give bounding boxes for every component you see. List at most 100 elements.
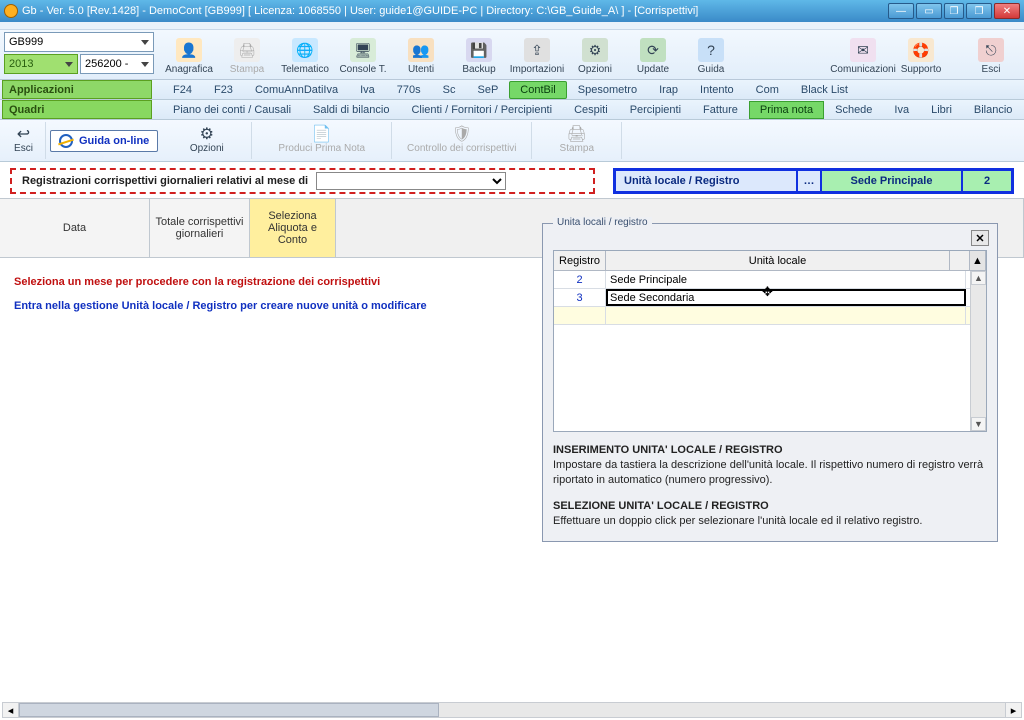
sec-opzioni-label: Opzioni — [190, 143, 224, 154]
popup-row-reg — [554, 307, 606, 324]
tab-comuanndativa[interactable]: ComuAnnDatiIva — [244, 81, 349, 99]
chevron-down-icon — [65, 62, 73, 67]
console-icon: 🖥 — [350, 38, 376, 62]
scroll-up-button[interactable]: ▲ — [971, 271, 986, 285]
tab-iva[interactable]: Iva — [349, 81, 386, 99]
unita-registro-browse-button[interactable]: … — [798, 171, 822, 191]
popup-row[interactable]: 2 Sede Principale ✕ — [554, 271, 986, 289]
filter-bars: Registrazioni corrispettivi giornalieri … — [0, 162, 1024, 198]
scrollbar-thumb[interactable] — [19, 703, 439, 717]
comunicazioni-label: Comunicazioni — [830, 64, 896, 75]
guida-button[interactable]: ?Guida — [682, 31, 740, 77]
popup-row[interactable]: 3 Sede Secondaria ✕ — [554, 289, 986, 307]
client-combo-value: GB999 — [9, 36, 43, 48]
console-button[interactable]: 🖥Console T. — [334, 31, 392, 77]
subtab-iva[interactable]: Iva — [883, 101, 920, 119]
opzioni-button[interactable]: ⚙ Opzioni — [566, 31, 624, 77]
tab-sc[interactable]: Sc — [432, 81, 467, 99]
unita-registro-value: 2 — [963, 171, 1011, 191]
close-button[interactable]: ✕ — [994, 3, 1020, 19]
scroll-right-button[interactable]: ▸ — [1005, 703, 1021, 717]
unita-sede-value: Sede Principale — [822, 171, 963, 191]
subtab-clienti[interactable]: Clienti / Fornitori / Percipienti — [400, 101, 563, 119]
telematico-button[interactable]: 🌐Telematico — [276, 31, 334, 77]
tab-irap[interactable]: Irap — [648, 81, 689, 99]
code-combo[interactable]: 256200 - — [80, 54, 154, 74]
subtab-cespiti[interactable]: Cespiti — [563, 101, 619, 119]
minimize-button[interactable]: — — [888, 3, 914, 19]
tab-770s[interactable]: 770s — [386, 81, 432, 99]
popup-col-registro: Registro — [554, 251, 606, 270]
popup-row-empty[interactable] — [554, 307, 986, 325]
sec-esci-button[interactable]: ↩ Esci — [2, 122, 46, 159]
month-select[interactable] — [316, 172, 506, 190]
ie-icon — [59, 134, 73, 148]
esci-button[interactable]: ⎋Esci — [962, 31, 1020, 77]
subtab-percipienti[interactable]: Percipienti — [619, 101, 692, 119]
tab-spesometro[interactable]: Spesometro — [567, 81, 648, 99]
telematico-label: Telematico — [281, 64, 329, 75]
tab-sep[interactable]: SeP — [466, 81, 509, 99]
subtab-prima-nota[interactable]: Prima nota — [749, 101, 824, 119]
main-toolbar: GB999 2013 256200 - 👤Anagrafica 🖨Stampa … — [0, 30, 1024, 80]
popup-row-reg: 2 — [554, 271, 606, 288]
popup-grid: Registro Unità locale ▲ 2 Sede Principal… — [553, 250, 987, 432]
applicazioni-dropdown[interactable]: Applicazioni — [2, 80, 152, 99]
popup-sel-text: Effettuare un doppio click per seleziona… — [553, 514, 987, 529]
popup-col-unita: Unità locale — [606, 251, 950, 270]
scroll-down-button[interactable]: ▼ — [971, 417, 986, 431]
scroll-left-button[interactable]: ◂ — [3, 703, 19, 717]
supporto-button[interactable]: 🛟Supporto — [892, 31, 950, 77]
subtab-bilancio[interactable]: Bilancio — [963, 101, 1024, 119]
guida-online-link[interactable]: Guida on-line — [50, 130, 158, 152]
gear-icon: ⚙ — [200, 127, 214, 143]
exit-icon: ⎋ — [978, 38, 1004, 62]
code-combo-value: 256200 - — [85, 58, 128, 70]
subtab-schede[interactable]: Schede — [824, 101, 883, 119]
tab-intento[interactable]: Intento — [689, 81, 745, 99]
mdi-restore-button[interactable]: ❐ — [966, 3, 992, 19]
popup-vscrollbar[interactable]: ▲ ▼ — [970, 271, 986, 431]
popup-close-button[interactable]: ✕ — [971, 230, 989, 246]
year-combo[interactable]: 2013 — [4, 54, 78, 74]
tab-blacklist[interactable]: Black List — [790, 81, 859, 99]
backup-button[interactable]: 💾Backup — [450, 31, 508, 77]
tab-com[interactable]: Com — [745, 81, 790, 99]
opzioni-label: Opzioni — [578, 64, 612, 75]
restore-button[interactable]: ❐ — [944, 3, 964, 19]
subtab-piano[interactable]: Piano dei conti / Causali — [162, 101, 302, 119]
col-data: Data — [0, 199, 150, 257]
popup-row-loc[interactable]: Sede Secondaria — [606, 289, 966, 306]
quadri-dropdown[interactable]: Quadri — [2, 100, 152, 119]
horizontal-scrollbar[interactable]: ◂ ▸ — [2, 702, 1022, 718]
window-titlebar: Gb - Ver. 5.0 [Rev.1428] - DemoCont [GB9… — [0, 0, 1024, 22]
sec-stampa-label: Stampa — [560, 143, 594, 154]
anagrafica-button[interactable]: 👤Anagrafica — [160, 31, 218, 77]
tab-f24[interactable]: F24 — [162, 81, 203, 99]
backup-label: Backup — [462, 64, 495, 75]
printer-icon: 🖨 — [234, 38, 260, 62]
update-button[interactable]: ⟳Update — [624, 31, 682, 77]
comunicazioni-button[interactable]: ✉Comunicazioni — [834, 31, 892, 77]
tab-contbil[interactable]: ContBil — [509, 81, 566, 99]
unita-locali-popup: Unita locali / registro ✕ Registro Unità… — [542, 223, 998, 542]
maximize-button[interactable]: ▭ — [916, 3, 942, 19]
utenti-button[interactable]: 👥Utenti — [392, 31, 450, 77]
tab-f23[interactable]: F23 — [203, 81, 244, 99]
col-aliquota[interactable]: Seleziona Aliquota e Conto — [250, 199, 336, 257]
quadri-label: Quadri — [9, 104, 44, 116]
unita-registro-bar: Unità locale / Registro … Sede Principal… — [613, 168, 1014, 194]
guida-online-label: Guida on-line — [79, 135, 149, 147]
client-combo[interactable]: GB999 — [4, 32, 154, 52]
gear-icon: ⚙ — [582, 38, 608, 62]
subtab-libri[interactable]: Libri — [920, 101, 963, 119]
subtab-fatture[interactable]: Fatture — [692, 101, 749, 119]
importazioni-button[interactable]: ⇪Importazioni — [508, 31, 566, 77]
importazioni-label: Importazioni — [510, 64, 564, 75]
month-filter-label: Registrazioni corrispettivi giornalieri … — [22, 175, 308, 187]
guida-label: Guida — [698, 64, 725, 75]
subtab-saldi[interactable]: Saldi di bilancio — [302, 101, 400, 119]
stampa-button[interactable]: 🖨Stampa — [218, 31, 276, 77]
sec-opzioni-button[interactable]: ⚙ Opzioni — [162, 122, 252, 159]
popup-row-loc[interactable] — [606, 307, 966, 324]
